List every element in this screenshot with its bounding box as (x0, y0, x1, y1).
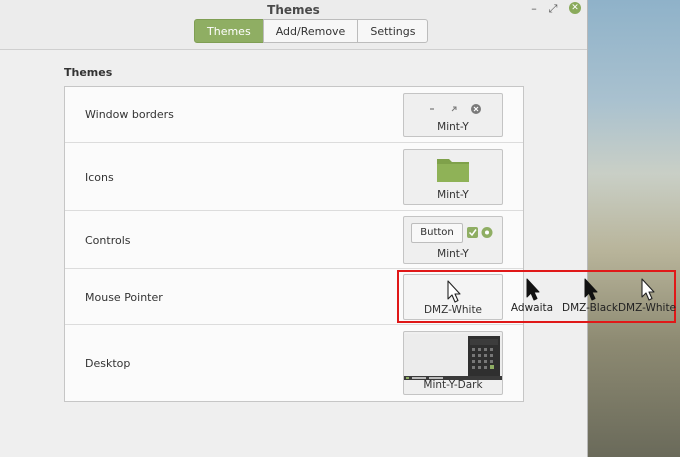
window-borders-preview-button[interactable]: Mint-Y (403, 93, 503, 137)
minimize-icon[interactable]: – (526, 2, 542, 16)
desktop-preview-image (404, 334, 502, 380)
section-heading: Themes (64, 66, 113, 79)
themes-window: Themes – ⤢ ✕ Themes Add/Remove Settings … (0, 0, 588, 457)
row-label: Window borders (85, 108, 174, 121)
row-label: Icons (85, 171, 114, 184)
sample-button: Button (411, 223, 463, 243)
pointer-option-label: Adwaita (510, 302, 554, 314)
row-desktop: Desktop Mint-Y-Dark (65, 325, 523, 401)
preview-caption: Mint-Y (437, 121, 469, 133)
row-window-borders: Window borders Mint-Y (65, 87, 523, 143)
row-controls: Controls Button Mint-Y (65, 211, 523, 269)
tab-settings[interactable]: Settings (357, 19, 429, 43)
window-title: Themes (267, 3, 320, 17)
maximize-icon[interactable]: ⤢ (545, 2, 561, 16)
row-icons: Icons Mint-Y (65, 143, 523, 211)
desktop-preview-button[interactable]: Mint-Y-Dark (403, 331, 503, 395)
titlebar: Themes – ⤢ ✕ Themes Add/Remove Settings (0, 0, 587, 50)
cursor-icon (641, 278, 655, 301)
preview-caption: Mint-Y (437, 189, 469, 201)
row-label: Mouse Pointer (85, 291, 163, 304)
preview-caption: Mint-Y-Dark (423, 379, 483, 391)
close-icon[interactable]: ✕ (569, 2, 581, 14)
tab-themes[interactable]: Themes (194, 19, 264, 43)
checkbox-radio-icons (467, 227, 493, 238)
folder-icon (437, 159, 469, 182)
cursor-icon (526, 278, 540, 301)
preview-caption: Mint-Y (437, 248, 469, 260)
icons-preview-button[interactable]: Mint-Y (403, 149, 503, 205)
tab-add-remove[interactable]: Add/Remove (262, 19, 359, 43)
pointer-option-dmz-white[interactable]: DMZ-White (617, 277, 677, 317)
row-label: Desktop (85, 357, 131, 370)
controls-preview-button[interactable]: Button Mint-Y (403, 216, 503, 264)
tab-bar: Themes Add/Remove Settings (194, 19, 429, 43)
pointer-option-dmz-black[interactable]: DMZ-Black (560, 277, 620, 317)
themes-panel: Window borders Mint-Y Icons Mint-Y Contr… (64, 86, 524, 402)
pointer-option-label: DMZ-White (617, 302, 677, 314)
pointer-option-label: DMZ-Black (562, 302, 618, 314)
pointer-option-adwaita[interactable]: Adwaita (502, 277, 562, 317)
window-controls-preview-icon (430, 104, 481, 114)
row-label: Controls (85, 234, 131, 247)
cursor-icon (584, 278, 598, 301)
checkbox-icon (467, 227, 478, 238)
